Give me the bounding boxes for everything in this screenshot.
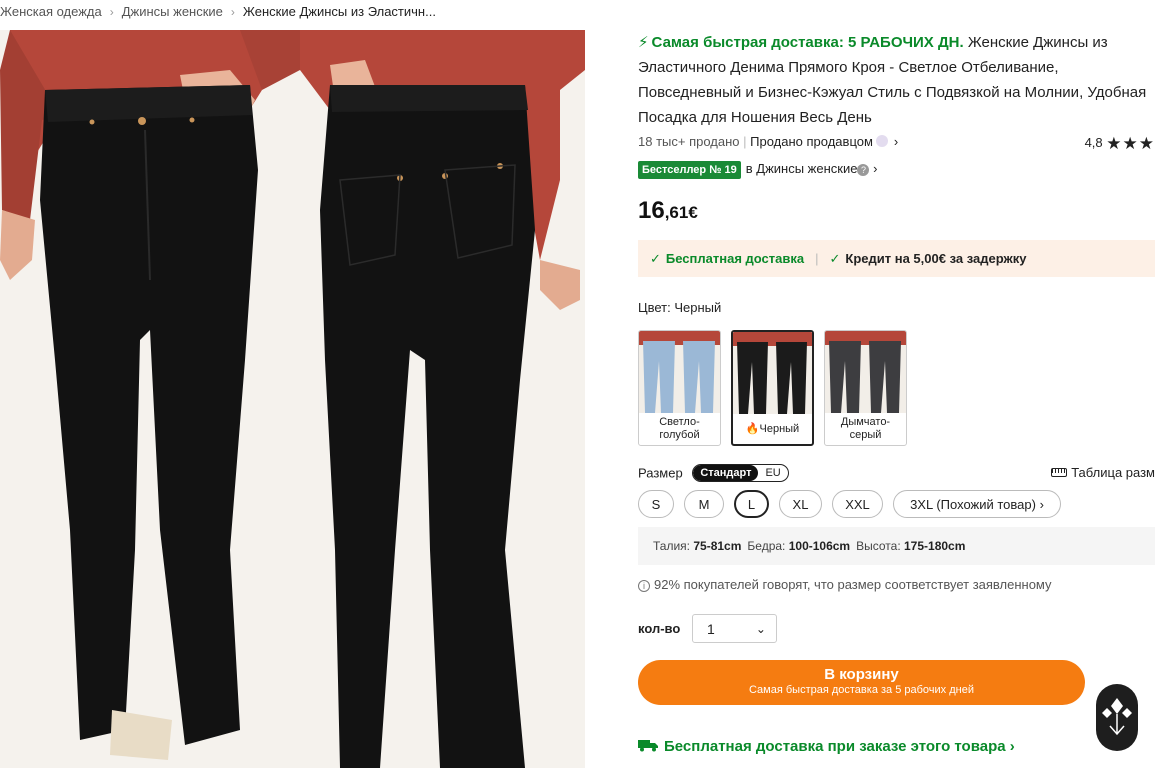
swatch-image [825, 331, 906, 413]
rating-value: 4,8 [1084, 135, 1103, 150]
add-to-cart-label: В корзину [824, 666, 899, 683]
sales-seller-row: 18 тыс+ продано | Продано продавцом › 4,8… [638, 134, 1155, 153]
price: 16,61€ [638, 197, 698, 225]
seller-link[interactable]: Продано продавцом › [750, 134, 898, 149]
free-shipping-link[interactable]: Бесплатная доставка при заказе этого тов… [638, 738, 1015, 755]
size-chart-label: Таблица разм [1071, 465, 1155, 480]
price-decimal: ,61€ [664, 203, 698, 222]
seller-label: Продано продавцом [750, 134, 873, 149]
chevron-right-icon: › [1039, 496, 1044, 512]
hips-label: Бедра: [747, 539, 786, 553]
size-eu-option[interactable]: EU [758, 465, 787, 481]
breadcrumb: Женская одежда › Джинсы женские › Женские Дж… [0, 4, 436, 19]
size-button-s[interactable]: S [638, 490, 674, 518]
size-header: Размер Стандарт EU Таблица разм [638, 464, 1155, 484]
checkmark-icon: ✓ [829, 250, 841, 266]
breadcrumb-item-womens-clothing[interactable]: Женская одежда [0, 4, 102, 19]
quantity-row: кол-во 1 ⌄ [638, 614, 777, 643]
size-button-m[interactable]: M [684, 490, 724, 518]
checkmark-icon: ✓ [650, 250, 661, 266]
breadcrumb-separator: › [109, 5, 114, 19]
swatch-image [733, 332, 812, 414]
quantity-label: кол-во [638, 621, 681, 636]
free-delivery-label: Бесплатная доставка [665, 251, 805, 266]
divider: | [815, 251, 819, 266]
info-icon: i [638, 580, 650, 592]
size-system-toggle[interactable]: Стандарт EU [692, 464, 789, 482]
product-info-panel: ⚡ Самая быстрая доставка: 5 РАБОЧИХ ДН. Ж… [638, 30, 1155, 755]
jeans-photo [0, 30, 585, 768]
bestseller-row[interactable]: Бестселлер № 19 в Джинсы женские? › [638, 161, 877, 179]
swatch-label: 🔥 Черный [733, 414, 812, 444]
price-integer: 16 [638, 197, 665, 224]
hips-value: 100-106cm [788, 539, 851, 553]
waist-label: Талия: [653, 539, 691, 553]
add-to-cart-sublabel: Самая быстрая доставка за 5 рабочих дней [748, 684, 974, 696]
sold-count: 18 тыс+ продано [638, 134, 740, 149]
size-3xl-label: 3XL (Похожий товар) [910, 496, 1036, 512]
bestseller-badge: Бестселлер № 19 [638, 161, 741, 179]
color-swatch-smoke-gray[interactable]: Дымчато-серый [824, 330, 907, 446]
seller-avatar [875, 135, 888, 147]
size-button-xxl[interactable]: XXL [832, 490, 883, 518]
swatch-image [639, 331, 720, 413]
rating[interactable]: 4,8 ★★★ [1085, 134, 1155, 154]
product-title: ⚡ Самая быстрая доставка: 5 РАБОЧИХ ДН. Ж… [638, 30, 1153, 130]
fast-delivery-label: Самая быстрая доставка: 5 РАБОЧИХ ДН. [651, 34, 964, 51]
delivery-benefits-bar: ✓ Бесплатная доставка | ✓ Кредит на 5,00€ … [638, 240, 1155, 277]
size-button-xl[interactable]: XL [779, 490, 822, 518]
waist-value: 75-81cm [693, 539, 742, 553]
swatch-label-text: Черный [759, 422, 800, 435]
chevron-down-icon: ⌄ [755, 621, 766, 636]
breadcrumb-separator: › [230, 5, 235, 19]
chevron-right-icon: › [873, 161, 878, 176]
fit-note: i 92% покупателей говорят, что размер соо… [638, 577, 1052, 592]
truck-icon [638, 740, 658, 752]
size-standard-option[interactable]: Стандарт [693, 465, 759, 481]
delay-credit-label: Кредит на 5,00€ за задержку [845, 251, 1027, 266]
free-shipping-text: Бесплатная доставка при заказе этого тов… [664, 738, 1006, 755]
size-options: S M L XL XXL 3XL (Похожий товар) › [638, 490, 1061, 518]
flame-icon: 🔥 [745, 422, 760, 435]
chevron-right-icon: › [893, 134, 899, 149]
quantity-value: 1 [706, 620, 715, 637]
color-swatches: Светло-голубой 🔥 Черный Дымчато-серый [638, 330, 907, 446]
height-value: 175-180cm [904, 539, 966, 553]
star-rating-icon: ★★★ [1106, 134, 1155, 153]
height-label: Высота: [856, 539, 901, 553]
size-button-3xl-similar[interactable]: 3XL (Похожий товар) › [893, 490, 1061, 518]
breadcrumb-item-womens-jeans[interactable]: Джинсы женские [122, 4, 223, 19]
chevron-right-icon: › [1009, 738, 1015, 755]
swatch-label: Дымчато-серый [840, 416, 891, 441]
quantity-select[interactable]: 1 ⌄ [691, 614, 777, 643]
add-to-cart-button[interactable]: В корзину Самая быстрая доставка за 5 ра… [638, 660, 1085, 705]
help-icon: ? [857, 164, 870, 176]
ornament-icon [1102, 698, 1132, 736]
lightning-icon: ⚡ [638, 34, 649, 51]
floating-assistant-badge[interactable] [1096, 684, 1138, 751]
size-button-l[interactable]: L [734, 490, 769, 518]
ruler-icon [1051, 468, 1068, 477]
size-chart-link[interactable]: Таблица разм [1051, 465, 1155, 480]
color-label: Цвет: Черный [638, 300, 722, 315]
swatch-label: Светло-голубой [659, 416, 700, 441]
fit-note-text: 92% покупателей говорят, что размер соот… [654, 577, 1052, 592]
color-swatch-black[interactable]: 🔥 Черный [731, 330, 814, 446]
size-label: Размер [638, 465, 683, 481]
product-main-image[interactable] [0, 30, 585, 768]
bestseller-category: в Джинсы женские [745, 161, 858, 176]
size-measurements: Талия: 75-81cm Бедра: 100-106cm Высота: … [638, 527, 1155, 565]
color-swatch-light-blue[interactable]: Светло-голубой [638, 330, 721, 446]
breadcrumb-item-current: Женские Джинсы из Эластичн... [242, 4, 436, 19]
